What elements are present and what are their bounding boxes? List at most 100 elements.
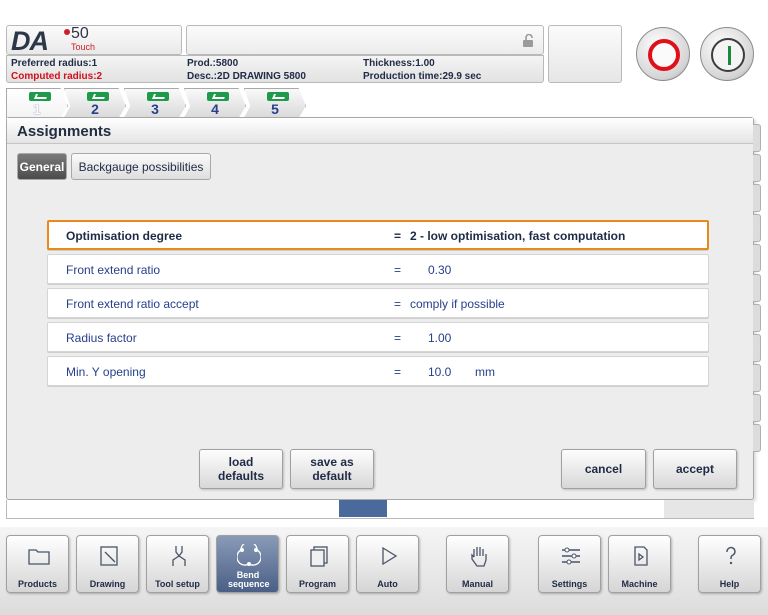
step-tab-1[interactable]: 1: [6, 88, 68, 118]
product-id: Prod.:5800: [187, 58, 239, 69]
setting-label: Min. Y opening: [66, 365, 146, 379]
settings-icon: [562, 547, 580, 565]
panel-title: Assignments: [7, 118, 753, 144]
setting-value: 10.0: [428, 365, 452, 379]
setting-label: Front extend ratio accept: [66, 297, 199, 311]
nav-label: Auto: [377, 579, 398, 589]
nav-label: Products: [17, 579, 57, 589]
step-tab-4[interactable]: 4: [184, 88, 246, 118]
step-number: 1: [33, 101, 41, 117]
accept-button[interactable]: accept: [653, 449, 737, 489]
strip-end: [664, 500, 754, 518]
production-time: Production time:29.9 sec: [363, 71, 482, 82]
nav-label: Program: [298, 579, 336, 589]
thickness: Thickness:1.00: [363, 58, 435, 69]
bend-up-icon: [29, 92, 51, 101]
tool-icon: [172, 546, 186, 566]
nav-machine[interactable]: Machine: [608, 535, 671, 593]
bend-sequence-icon: [237, 544, 261, 566]
setting-equals: =: [394, 229, 402, 243]
setting-row-front-extend-ratio[interactable]: Front extend ratio = 0.30: [47, 254, 709, 284]
logo-dot: [64, 29, 70, 35]
nav-program[interactable]: Program: [286, 535, 349, 593]
setting-equals: =: [394, 365, 402, 379]
step-number: 3: [151, 101, 159, 117]
setting-row-optimisation-degree[interactable]: Optimisation degree = 2 - low optimisati…: [47, 220, 709, 250]
setting-label: Front extend ratio: [66, 263, 161, 277]
step-number: 5: [271, 101, 279, 117]
step-tab-5[interactable]: 5: [244, 88, 306, 118]
nav-help[interactable]: Help: [698, 535, 761, 593]
nav-manual[interactable]: Manual: [446, 535, 509, 593]
bend-up-icon: [267, 92, 289, 101]
logo-suffix: Touch: [71, 42, 96, 52]
nav-drawing[interactable]: Drawing: [76, 535, 139, 593]
step-tab-3[interactable]: 3: [124, 88, 186, 118]
computed-radius: Computed radius:2: [11, 71, 103, 82]
play-icon: [382, 546, 398, 566]
start-button[interactable]: [700, 27, 754, 81]
setting-equals: =: [394, 331, 402, 345]
nav-label: Machine: [621, 579, 658, 589]
setting-value: 0.30: [428, 263, 452, 277]
tab-backgauge-possibilities[interactable]: Backgauge possibilities: [71, 153, 211, 180]
button-label-line2: defaults: [217, 469, 264, 483]
unlock-icon[interactable]: [522, 34, 534, 48]
folder-icon: [28, 549, 50, 565]
nav-label: Bend sequence: [228, 570, 270, 589]
setting-unit: mm: [475, 365, 495, 379]
setting-label: Radius factor: [66, 331, 137, 345]
scroll-strip[interactable]: [6, 500, 754, 519]
logo-model: 50: [71, 25, 89, 42]
save-as-default-button[interactable]: save as default: [290, 449, 374, 489]
nav-bend-sequence[interactable]: Bend sequence: [216, 535, 279, 593]
nav-label: Drawing: [89, 579, 126, 589]
nav-products[interactable]: Products: [6, 535, 69, 593]
bottom-navigation: Products Drawing Tool setup Bend sequenc…: [0, 527, 768, 615]
nav-label: Settings: [551, 579, 588, 589]
bend-steps: 1 2 3 4 5: [6, 88, 316, 118]
nav-settings[interactable]: Settings: [538, 535, 601, 593]
stop-icon: [648, 39, 680, 71]
header-status-box: [548, 25, 622, 83]
side-tabs: [753, 124, 762, 484]
bend-down-icon: [147, 92, 169, 101]
nav-label: Manual: [461, 579, 493, 589]
logo: DA 50 Touch: [6, 25, 182, 56]
load-defaults-button[interactable]: load defaults: [199, 449, 283, 489]
setting-label: Optimisation degree: [66, 229, 183, 243]
nav-label: Tool setup: [155, 579, 200, 589]
stop-button[interactable]: [636, 27, 690, 81]
button-label-line1: save as: [310, 455, 354, 469]
machine-icon: [634, 546, 648, 566]
button-label-line1: load: [228, 455, 254, 469]
hand-icon: [471, 547, 487, 567]
assignments-panel: Assignments General Backgauge possibilit…: [6, 117, 761, 500]
setting-row-radius-factor[interactable]: Radius factor = 1.00: [47, 322, 709, 352]
settings-list: Optimisation degree = 2 - low optimisati…: [47, 220, 709, 390]
setting-equals: =: [394, 263, 402, 277]
setting-value: comply if possible: [410, 297, 505, 311]
tab-general[interactable]: General: [17, 153, 67, 180]
step-number: 4: [211, 101, 219, 117]
logo-brand: DA: [11, 26, 49, 56]
bend-down-icon: [87, 92, 109, 101]
title-bar: [186, 25, 544, 55]
step-number: 2: [91, 101, 99, 117]
cancel-button[interactable]: cancel: [561, 449, 646, 489]
setting-row-front-extend-ratio-accept[interactable]: Front extend ratio accept = comply if po…: [47, 288, 709, 318]
help-icon: [726, 546, 736, 565]
setting-row-min-y-opening[interactable]: Min. Y opening = 10.0 mm: [47, 356, 709, 386]
scroll-thumb[interactable]: [339, 500, 387, 517]
start-icon: [711, 38, 745, 72]
setting-value: 2 - low optimisation, fast computation: [410, 229, 626, 243]
program-icon: [310, 546, 328, 567]
bend-up-icon: [207, 92, 229, 101]
nav-auto[interactable]: Auto: [356, 535, 419, 593]
drawing-icon: [100, 546, 118, 566]
info-bar: Preferred radius:1 Computed radius:2 Pro…: [6, 55, 544, 83]
nav-label: Help: [719, 579, 740, 589]
nav-tool-setup[interactable]: Tool setup: [146, 535, 209, 593]
step-tab-2[interactable]: 2: [64, 88, 126, 118]
setting-value: 1.00: [428, 331, 452, 345]
